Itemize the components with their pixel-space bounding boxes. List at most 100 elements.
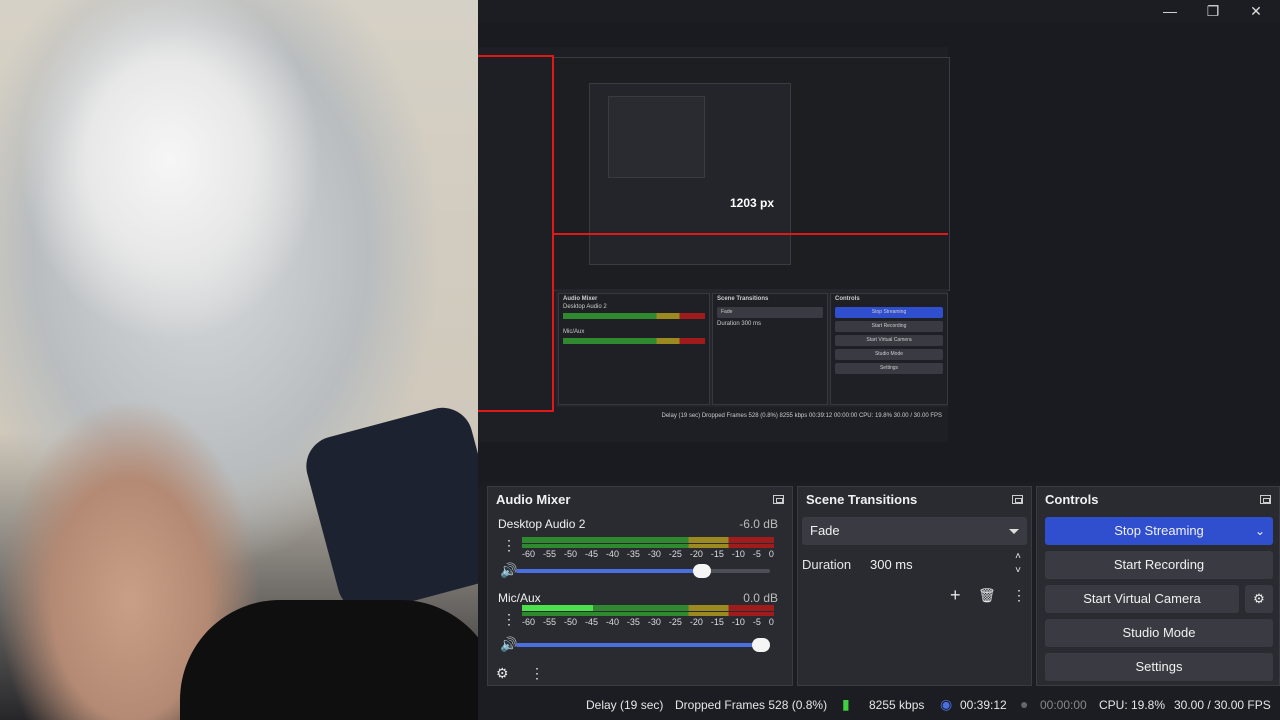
meter-tick-label: -55 bbox=[542, 617, 556, 627]
window-titlebar: — ❐ ✕ bbox=[478, 0, 1280, 22]
undock-icon[interactable] bbox=[1260, 494, 1271, 504]
delay-status: Delay (19 sec) bbox=[586, 698, 664, 712]
cpu-status: CPU: 19.8% bbox=[1099, 698, 1166, 712]
chevron-down-icon[interactable]: ⌄ bbox=[1255, 517, 1265, 545]
signal-bars-icon: ▮ bbox=[842, 696, 850, 712]
preview-canvas[interactable]: 1203 px Audio Mixer Desktop Audio 2 Mic/… bbox=[478, 47, 950, 442]
track-name: Mic/Aux bbox=[498, 591, 541, 605]
volume-slider[interactable] bbox=[516, 564, 770, 578]
scene-transitions-title: Scene Transitions bbox=[806, 491, 918, 507]
mini-dock: Audio Mixer Desktop Audio 2 Mic/Aux Scen… bbox=[556, 289, 948, 407]
duration-spinbox-value: 300 ms bbox=[870, 557, 913, 572]
stop-streaming-button[interactable]: Stop Streaming ⌄ bbox=[1045, 517, 1273, 545]
meter-tick-label: -30 bbox=[647, 549, 661, 559]
mini-studio-mode: Studio Mode bbox=[835, 349, 943, 360]
mini-scene-transitions-title: Scene Transitions bbox=[717, 296, 769, 302]
studio-mode-label: Studio Mode bbox=[1122, 625, 1196, 640]
mini-stop-streaming: Stop Streaming bbox=[835, 307, 943, 318]
meter-bar-right bbox=[522, 612, 774, 616]
meter-tick-label: -15 bbox=[710, 617, 724, 627]
background-cloth bbox=[299, 401, 478, 619]
duration-label: Duration bbox=[802, 557, 852, 572]
start-virtual-camera-button[interactable]: Start Virtual Camera bbox=[1045, 585, 1239, 613]
selection-line-bottom bbox=[478, 410, 554, 412]
preview-area[interactable]: 1203 px Audio Mixer Desktop Audio 2 Mic/… bbox=[478, 22, 1280, 482]
meter-tick-label: -35 bbox=[626, 617, 640, 627]
meter-tick-label: 0 bbox=[768, 617, 774, 627]
record-time-status: 00:00:00 bbox=[1040, 698, 1087, 712]
speaker-icon[interactable]: 🔊 bbox=[500, 562, 517, 579]
meter-tick-label: -30 bbox=[647, 617, 661, 627]
mini-start-virtual-camera: Start Virtual Camera bbox=[835, 335, 943, 346]
restore-icon[interactable]: ❐ bbox=[1198, 2, 1228, 20]
track-db: 0.0 dB bbox=[743, 591, 778, 605]
nested-preview-1: 1203 px bbox=[553, 57, 950, 291]
volume-slider-handle[interactable] bbox=[693, 564, 711, 578]
stream-live-icon: ◉ bbox=[940, 696, 953, 712]
start-recording-label: Start Recording bbox=[1113, 557, 1205, 572]
add-icon[interactable]: + bbox=[950, 585, 961, 606]
mixer-menu-icon[interactable]: ⋮ bbox=[530, 665, 544, 682]
close-icon[interactable]: ✕ bbox=[1241, 2, 1271, 20]
virtual-camera-settings-button[interactable]: ⚙ bbox=[1245, 585, 1273, 613]
speaker-icon[interactable]: 🔊 bbox=[500, 636, 517, 653]
meter-tick-label: -50 bbox=[563, 549, 577, 559]
meter-tick-label: -10 bbox=[731, 617, 745, 627]
nested-preview-3 bbox=[608, 96, 705, 178]
meter-tick-label: -50 bbox=[563, 617, 577, 627]
meter-tick-label: -35 bbox=[626, 549, 640, 559]
meter-tick-label: -5 bbox=[752, 549, 761, 559]
mini-audio-mixer-title: Audio Mixer bbox=[563, 296, 598, 302]
mini-mic: Mic/Aux bbox=[563, 329, 585, 335]
mini-fade: Fade bbox=[717, 307, 823, 318]
mini-desktop-audio: Desktop Audio 2 bbox=[563, 304, 607, 310]
mini-settings: Settings bbox=[835, 363, 943, 374]
record-indicator-icon: ● bbox=[1020, 696, 1029, 712]
undock-icon[interactable] bbox=[773, 494, 784, 504]
minimize-icon[interactable]: — bbox=[1155, 2, 1185, 20]
status-bar: Delay (19 sec) Dropped Frames 528 (0.8%)… bbox=[478, 690, 1280, 720]
measure-line bbox=[554, 233, 948, 235]
measure-label: 1203 px bbox=[730, 196, 775, 210]
volume-meter: -60 -55 -50 -45 -40 -35 -30 -25 -20 -15 -10 -5 0 bbox=[522, 605, 774, 627]
start-recording-button[interactable]: Start Recording bbox=[1045, 551, 1273, 579]
volume-slider[interactable] bbox=[516, 638, 770, 652]
meter-level bbox=[522, 605, 593, 611]
meter-tick-label: -40 bbox=[605, 617, 619, 627]
selection-line-top bbox=[478, 55, 554, 57]
track-menu-icon[interactable]: ⋮ bbox=[502, 611, 516, 628]
meter-tick-label: -55 bbox=[542, 549, 556, 559]
mixer-track-desktop: Desktop Audio 2 -6.0 dB ⋮ -60 -55 -50 -45 -4… bbox=[494, 517, 784, 587]
webcam-feed bbox=[0, 0, 478, 720]
mini-scene-transitions: Scene Transitions Fade Duration 300 ms bbox=[712, 293, 828, 405]
mini-duration-label: Duration bbox=[717, 321, 740, 327]
transition-menu-icon[interactable]: ⋮ bbox=[1012, 587, 1026, 604]
studio-mode-button[interactable]: Studio Mode bbox=[1045, 619, 1273, 647]
volume-slider-fill bbox=[516, 569, 702, 573]
spin-down-icon[interactable]: ˅ bbox=[1015, 557, 1021, 585]
meter-bar-right bbox=[522, 544, 774, 548]
meter-tick-label: -45 bbox=[584, 617, 598, 627]
meter-tick-label: -60 bbox=[522, 549, 536, 559]
settings-label: Settings bbox=[1135, 659, 1183, 674]
transition-select[interactable]: Fade bbox=[802, 517, 1027, 545]
advanced-audio-gear-icon[interactable]: ⚙ bbox=[496, 665, 509, 682]
mixer-track-mic: Mic/Aux 0.0 dB ⋮ -60 -55 -50 -45 -40 -35 -30 -2… bbox=[494, 591, 784, 661]
settings-button[interactable]: Settings bbox=[1045, 653, 1273, 681]
meter-tick-label: -5 bbox=[752, 617, 761, 627]
volume-slider-handle[interactable] bbox=[752, 638, 770, 652]
meter-tick-label: -15 bbox=[710, 549, 724, 559]
trash-icon[interactable]: 🗑 bbox=[978, 587, 996, 604]
meter-tick-label: -60 bbox=[522, 617, 536, 627]
track-db: -6.0 dB bbox=[739, 517, 778, 531]
meter-tick-label: -25 bbox=[668, 549, 682, 559]
meter-tick-label: -10 bbox=[731, 549, 745, 559]
undock-icon[interactable] bbox=[1012, 494, 1023, 504]
mini-audio-mixer: Audio Mixer Desktop Audio 2 Mic/Aux bbox=[558, 293, 710, 405]
fps-status: 30.00 / 30.00 FPS bbox=[1174, 698, 1271, 712]
mini-start-recording: Start Recording bbox=[835, 321, 943, 332]
dropped-frames-status: Dropped Frames 528 (0.8%) bbox=[675, 698, 828, 712]
meter-ticks: -60 -55 -50 -45 -40 -35 -30 -25 -20 -15 -10 -5 0 bbox=[522, 549, 774, 559]
duration-spinbox[interactable]: 300 ms ˄ ˅ bbox=[862, 551, 1027, 579]
track-menu-icon[interactable]: ⋮ bbox=[502, 537, 516, 554]
